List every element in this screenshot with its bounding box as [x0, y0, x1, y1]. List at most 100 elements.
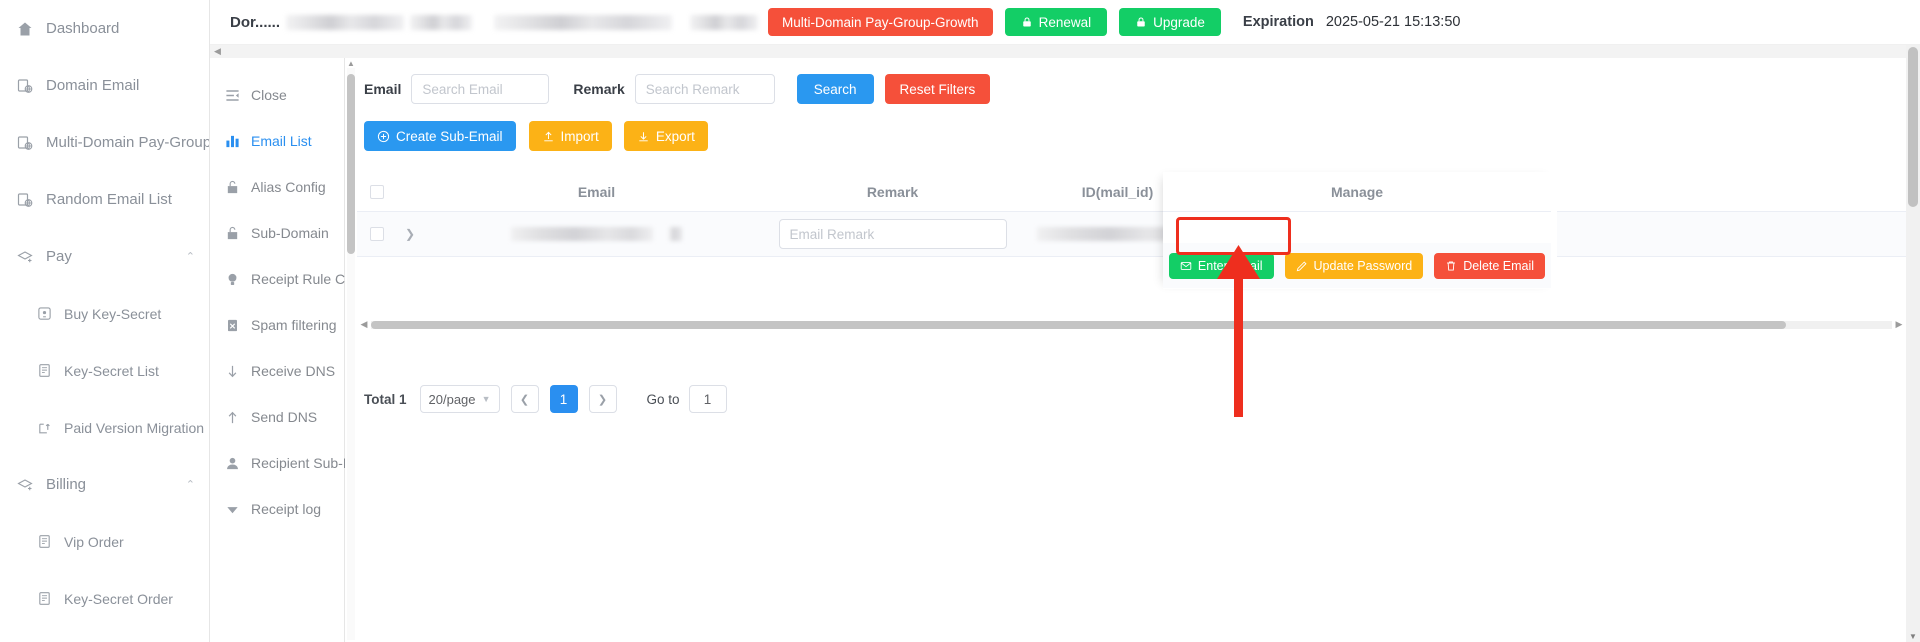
export-button[interactable]: Export [623, 121, 708, 151]
renewal-button[interactable]: Renewal [1004, 8, 1108, 36]
sub-sidebar-item-receipt-log[interactable]: Receipt log [210, 486, 344, 532]
page-size-select[interactable]: 20/page ▼ [419, 385, 500, 413]
header-horizontal-scrollbar[interactable]: ◀ ▶ [210, 45, 1920, 58]
goto-page-input[interactable] [688, 385, 727, 413]
scroll-up-icon[interactable]: ▲ [347, 60, 355, 68]
sub-sidebar-item-close[interactable]: Close [210, 72, 344, 118]
sub-sidebar-item-label: Alias Config [251, 179, 326, 195]
email-filter-label: Email [364, 81, 402, 97]
sidebar-item-label: Key-Secret List [64, 362, 159, 379]
select-all-cell[interactable] [357, 184, 397, 199]
multi-domain-pay-group-growth-button[interactable]: Multi-Domain Pay-Group-Growth [768, 8, 993, 36]
sub-sidebar-item-alias-config[interactable]: Alias Config [210, 164, 344, 210]
sub-sidebar-item-send-dns[interactable]: Send DNS [210, 394, 344, 440]
sidebar-item-key-secret-order[interactable]: Key-Secret Order [0, 570, 209, 627]
table-header-row: Email Remark ID(mail_id) Data [357, 172, 1906, 212]
pay-icon [14, 249, 36, 265]
manage-column-overlay: Manage Enter Email Update Password Delet… [1163, 172, 1557, 289]
email-remark-input[interactable] [778, 219, 1007, 249]
sub-sidebar-item-label: Receive DNS [251, 363, 336, 379]
sidebar-item-dashboard[interactable]: Dashboard [0, 0, 209, 57]
sidebar-item-random-email-list[interactable]: Random Email List [0, 171, 209, 228]
enter-email-label: Enter Email [1197, 258, 1263, 273]
sub-sidebar-item-label: Send DNS [251, 409, 318, 425]
sidebar-item-label: Multi-Domain Pay-Group [46, 134, 210, 151]
sidebar-item-key-secret-list[interactable]: Key-Secret List [0, 342, 209, 399]
table-scrollbar-thumb[interactable] [371, 320, 1786, 329]
sidebar-item-paid-version-migration[interactable]: Paid Version Migration [0, 399, 209, 456]
redacted-domain-3 [494, 14, 673, 30]
email-table: Email Remark ID(mail_id) Data ❯ 2024-05-… [357, 172, 1906, 289]
table-horizontal-scrollbar[interactable]: ◀ ▶ [357, 318, 1906, 331]
next-page-button[interactable]: ❯ [588, 385, 617, 413]
sidebar-item-pay[interactable]: Pay ⌃ [0, 228, 209, 285]
page-vertical-scrollbar[interactable]: ▼ [1906, 45, 1920, 642]
sidebar-item-billing[interactable]: Billing ⌃ [0, 456, 209, 513]
redacted-email-suffix [669, 227, 682, 241]
page-scroll-down-icon[interactable]: ▼ [1906, 632, 1920, 641]
lock-icon [1021, 16, 1033, 28]
row-checkbox[interactable] [370, 227, 384, 241]
page-number-1[interactable]: 1 [549, 385, 578, 413]
chevron-up-icon: ⌃ [185, 479, 195, 491]
action-bar: Create Sub-Email Import Export [357, 104, 1906, 151]
sub-sidebar-item-email-list[interactable]: Email List [210, 118, 344, 164]
import-button[interactable]: Import [528, 121, 612, 151]
sub-sidebar-item-spam-filtering[interactable]: Spam filtering [210, 302, 344, 348]
vip-order-icon [34, 534, 54, 549]
collapse-icon [222, 88, 242, 103]
table-scroll-right-icon[interactable]: ▶ [1892, 319, 1906, 330]
create-sub-email-button[interactable]: Create Sub-Email [364, 121, 516, 151]
search-button[interactable]: Search [796, 74, 874, 104]
column-header-email: Email [577, 183, 616, 200]
primary-sidebar[interactable]: Dashboard Domain Email Multi-Domain Pay-… [0, 0, 210, 642]
reset-filters-button[interactable]: Reset Filters [884, 74, 991, 104]
search-remark-input[interactable] [634, 74, 775, 104]
sidebar-item-label: Vip Order [64, 533, 124, 550]
update-password-button[interactable]: Update Password [1284, 252, 1424, 279]
enter-email-button[interactable]: Enter Email [1168, 252, 1274, 279]
scrollbar-thumb[interactable] [347, 74, 355, 254]
remark-cell[interactable] [770, 219, 1015, 249]
page-size-value: 20/page [428, 391, 476, 407]
column-header-remark: Remark [866, 183, 919, 200]
page-scrollbar-thumb[interactable] [1908, 47, 1918, 207]
sidebar-item-domain-email[interactable]: Domain Email [0, 57, 209, 114]
triangle-down-icon [222, 502, 242, 517]
delete-email-button[interactable]: Delete Email [1434, 252, 1546, 279]
upgrade-button[interactable]: Upgrade [1119, 8, 1221, 36]
sidebar-item-buy-key-secret[interactable]: Buy Key-Secret [0, 285, 209, 342]
table-scrollbar-track[interactable] [371, 320, 1892, 329]
scroll-left-icon[interactable]: ◀ [214, 46, 221, 57]
sub-sidebar-item-receipt-rule-config[interactable]: Receipt Rule Config [210, 256, 376, 302]
sidebar-item-label: Pay [46, 248, 72, 265]
search-email-input[interactable] [411, 74, 550, 104]
row-select-cell[interactable] [357, 227, 397, 241]
sub-sidebar-item-receive-dns[interactable]: Receive DNS [210, 348, 344, 394]
expand-row-icon[interactable]: ❯ [397, 227, 423, 241]
download-icon [637, 130, 650, 143]
domain-email-icon [14, 78, 36, 94]
content-vertical-scrollbar[interactable]: ▲ [345, 58, 357, 642]
total-count-label: Total 1 [364, 391, 407, 407]
prev-page-button[interactable]: ❮ [510, 385, 539, 413]
redacted-email [511, 227, 653, 241]
table-row[interactable]: ❯ 2024-05-06 [357, 212, 1906, 257]
redacted-domain-2 [410, 14, 473, 30]
table-scroll-left-icon[interactable]: ◀ [357, 319, 371, 330]
chart-bars-icon [222, 134, 242, 149]
plus-circle-icon [377, 130, 390, 143]
select-all-checkbox[interactable] [370, 184, 384, 199]
sub-sidebar-item-recipient-sub-mail[interactable]: Recipient Sub-Mail [210, 440, 369, 486]
sidebar-item-vip-order[interactable]: Vip Order [0, 513, 209, 570]
secondary-sidebar[interactable]: Close Email List Alias Config Sub-Domain… [210, 58, 376, 642]
bulb-icon [222, 272, 242, 287]
sidebar-item-referral-program[interactable]: Referral Program ⌃ [0, 627, 209, 642]
arrow-up-icon [222, 410, 242, 425]
sidebar-item-label: Domain Email [46, 77, 140, 94]
sub-sidebar-item-sub-domain[interactable]: Sub-Domain [210, 210, 344, 256]
random-email-icon [14, 192, 36, 208]
remark-filter-label: Remark [573, 81, 625, 97]
expiration-value: 2025-05-21 15:13:50 [1325, 14, 1461, 30]
sidebar-item-multi-domain-pay-group[interactable]: Multi-Domain Pay-Group [0, 114, 209, 171]
